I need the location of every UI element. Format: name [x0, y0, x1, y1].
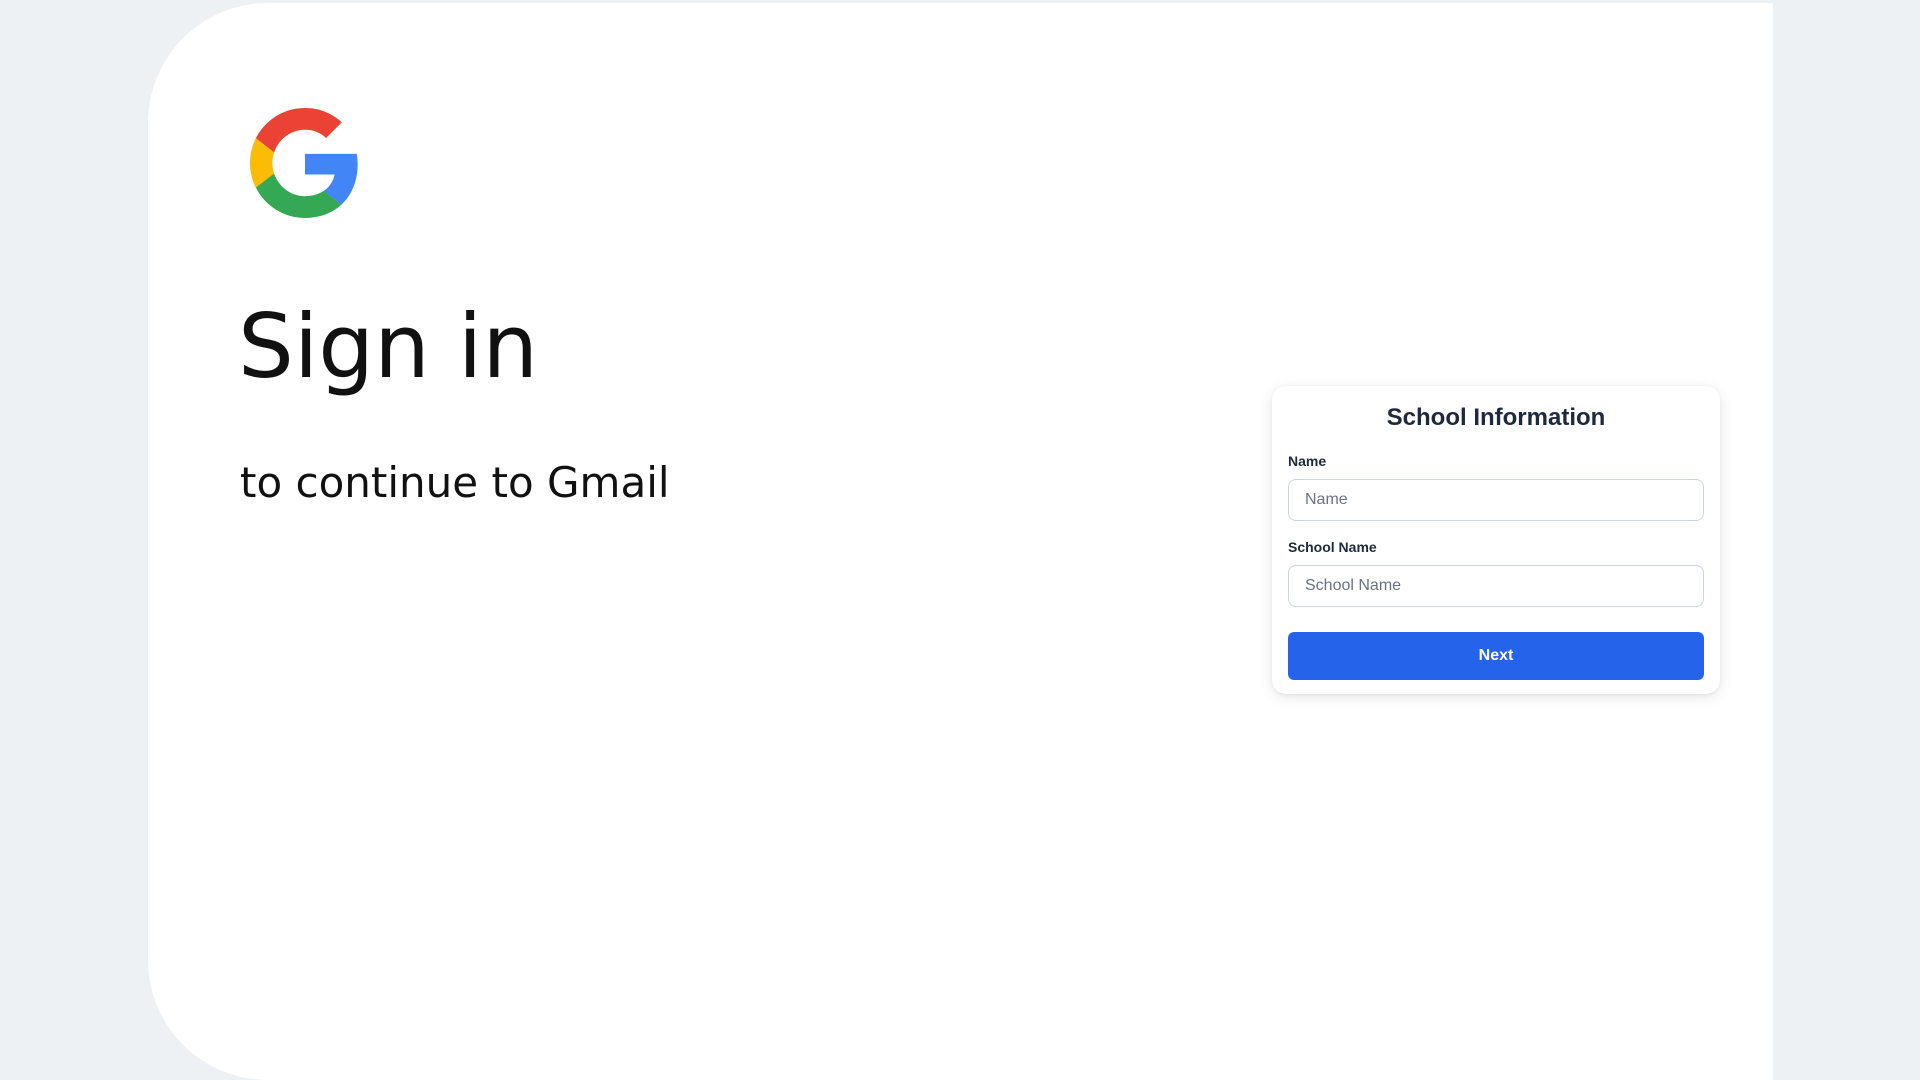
- next-button[interactable]: Next: [1288, 632, 1704, 681]
- google-g-icon: [250, 108, 360, 218]
- school-name-field-group: School Name: [1288, 539, 1704, 608]
- school-name-label: School Name: [1288, 539, 1377, 556]
- signin-title: Sign in: [238, 295, 539, 398]
- school-info-card: School Information Name School Name Next: [1272, 386, 1720, 694]
- signin-subtitle: to continue to Gmail: [240, 458, 670, 507]
- name-input[interactable]: [1288, 479, 1704, 522]
- card-title: School Information: [1386, 404, 1606, 431]
- name-field-group: Name: [1288, 453, 1704, 522]
- name-label: Name: [1288, 453, 1327, 470]
- school-name-input[interactable]: [1288, 565, 1704, 608]
